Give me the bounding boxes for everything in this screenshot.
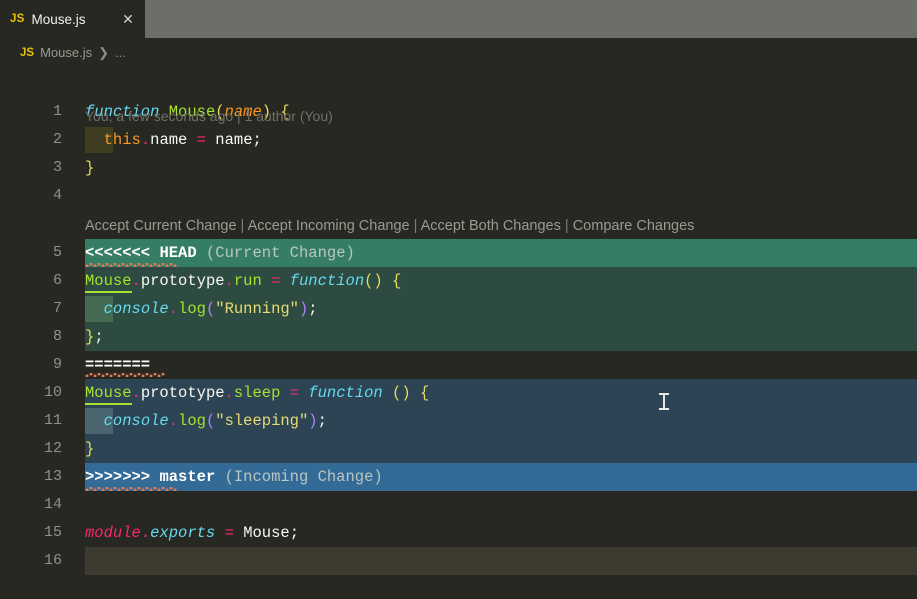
code-text: }	[85, 440, 95, 458]
editor-line-15[interactable]: 15 module.exports = Mouse; ...	[0, 519, 917, 551]
conflict-incoming-marker: >>>>>>>	[85, 468, 151, 486]
line-number: 9	[52, 356, 62, 373]
breadcrumb-file[interactable]: Mouse.js	[40, 45, 92, 60]
line-number: 12	[43, 440, 62, 457]
compare-changes-link[interactable]: Compare Changes	[573, 218, 695, 234]
line-number: 2	[52, 131, 62, 148]
code-text: }	[85, 159, 95, 177]
editor-line-7[interactable]: 7 console.log("Running");	[0, 295, 917, 323]
code-text: this.name = name;	[103, 131, 262, 149]
conflict-divider-marker: =======	[85, 356, 151, 374]
line-number: 13	[43, 468, 62, 485]
mouse-cursor-ibeam	[659, 393, 669, 410]
close-icon[interactable]: ✕	[119, 12, 137, 26]
line-number: 1	[52, 103, 62, 120]
conflict-incoming-label: master	[159, 468, 216, 486]
line-number: 16	[43, 552, 62, 569]
line-number: 11	[43, 412, 62, 429]
conflict-current-note: (Current Change)	[205, 244, 355, 262]
line-number: 10	[43, 384, 62, 401]
editor-line-3[interactable]: 3 }	[0, 154, 917, 182]
breadcrumb: JS Mouse.js ❯ ...	[0, 38, 917, 67]
line-number: 7	[52, 300, 62, 317]
code-text: Mouse.prototype.sleep = function () {	[85, 379, 429, 407]
editor-tab-mouse-js[interactable]: JS Mouse.js ✕	[0, 0, 145, 38]
editor-tab-bar: JS Mouse.js ✕	[0, 0, 917, 38]
line-number: 3	[52, 159, 62, 176]
editor-line-13[interactable]: 13 >>>>>>> master (Incoming Change)	[0, 463, 917, 491]
editor-line-4[interactable]: 4	[0, 182, 917, 210]
code-text: console.log("sleeping");	[103, 412, 327, 430]
line-number: 4	[52, 187, 62, 204]
editor-line-9[interactable]: 9 =======	[0, 351, 917, 379]
line-number: 14	[43, 496, 62, 513]
editor-line-12[interactable]: 12 }	[0, 435, 917, 463]
line-number: 8	[52, 328, 62, 345]
conflict-current-marker: <<<<<<<	[85, 244, 151, 262]
editor-line-10[interactable]: 10 Mouse.prototype.sleep = function () {	[0, 379, 917, 407]
accept-incoming-change-link[interactable]: Accept Incoming Change	[248, 218, 410, 234]
error-squiggle	[85, 373, 165, 377]
editor-line-6[interactable]: 6 Mouse.prototype.run = function() {	[0, 267, 917, 295]
editor-line-8[interactable]: 8 };	[0, 323, 917, 351]
line-number: 6	[52, 272, 62, 289]
code-text: Mouse.prototype.run = function() {	[85, 267, 401, 295]
chevron-right-icon: ❯	[98, 44, 110, 60]
editor-line-14[interactable]: 14	[0, 491, 917, 519]
vscode-editor-window: JS Mouse.js ✕ JS Mouse.js ❯ ... 1 functi…	[0, 0, 917, 599]
accept-both-changes-link[interactable]: Accept Both Changes	[421, 218, 561, 234]
current-line-highlight	[85, 547, 917, 575]
code-text: console.log("Running");	[103, 300, 318, 318]
tab-title: Mouse.js	[31, 11, 86, 27]
conflict-incoming-note: (Incoming Change)	[224, 468, 383, 486]
code-text: module.exports = Mouse;	[85, 524, 300, 542]
js-file-icon: JS	[20, 46, 35, 59]
accept-current-change-link[interactable]: Accept Current Change	[85, 218, 237, 234]
line-number: 5	[52, 244, 62, 261]
code-editor[interactable]: 1 function Mouse(name) { You, a few seco…	[0, 67, 917, 599]
merge-conflict-codelens: Accept Current Change | Accept Incoming …	[85, 218, 695, 234]
line-number: 15	[43, 524, 62, 541]
code-text: };	[85, 328, 104, 346]
editor-line-2[interactable]: 2 this.name = name;	[0, 126, 917, 154]
editor-line-16[interactable]: 16	[0, 547, 917, 575]
editor-line-11[interactable]: 11 console.log("sleeping");	[0, 407, 917, 435]
editor-line-5[interactable]: 5 <<<<<<< HEAD (Current Change)	[0, 239, 917, 267]
editor-line-1[interactable]: 1 function Mouse(name) { You, a few seco…	[0, 98, 917, 126]
conflict-current-label: HEAD	[159, 244, 197, 262]
incoming-change-body-background	[85, 435, 917, 463]
breadcrumb-overflow[interactable]: ...	[115, 45, 126, 60]
js-file-icon: JS	[10, 13, 25, 25]
current-change-body-background	[85, 323, 917, 351]
